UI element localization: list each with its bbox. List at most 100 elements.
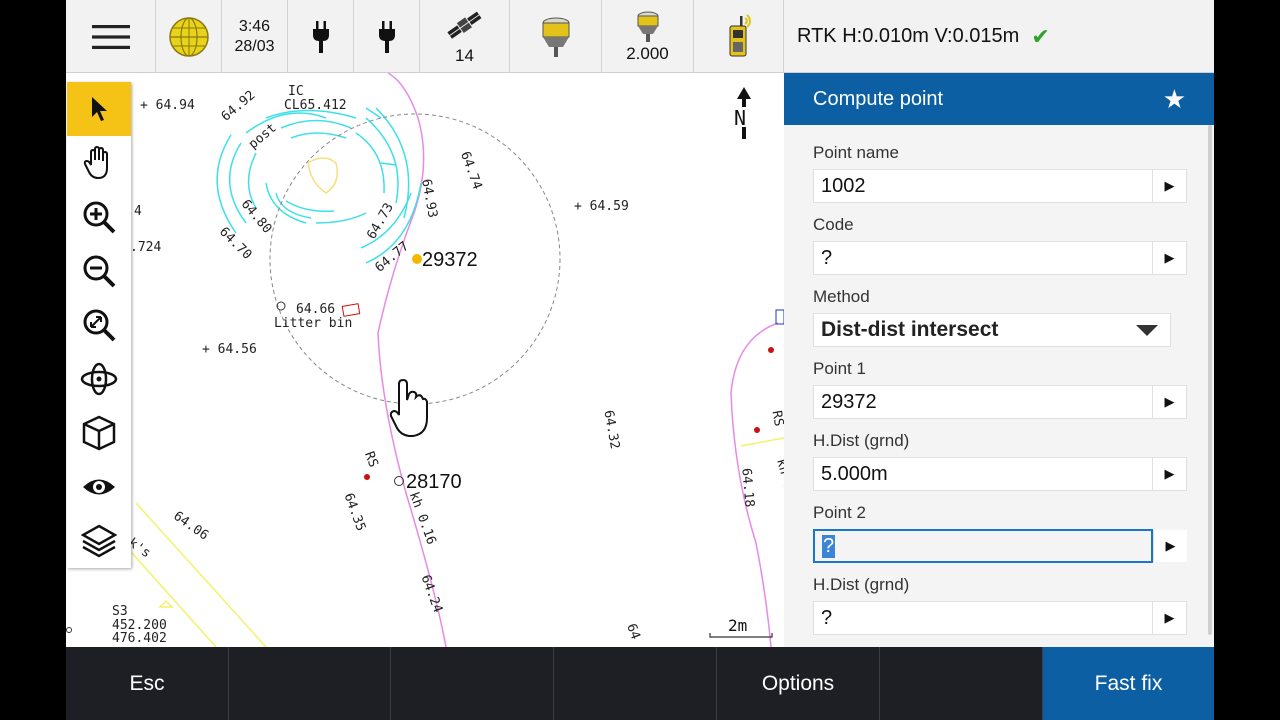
hamburger-menu-icon [91,24,130,49]
layers-tool[interactable] [67,514,131,568]
hdist2-field[interactable]: ? ▶ [813,601,1187,635]
north-arrow: N [734,87,751,139]
hdist1-label: H.Dist (grnd) [813,431,910,450]
code-arrow-icon[interactable]: ▶ [1152,242,1186,274]
map-label: CL65.412 [284,98,347,113]
time-text: 3:46 [238,17,271,35]
job-globe-button[interactable] [156,0,222,73]
hdist1-arrow-icon[interactable]: ▶ [1152,458,1186,490]
map-view[interactable]: N 2m 29372 28170 + 64.94 64.92 post IC C… [66,73,784,647]
softkey-empty-2 [391,647,554,720]
hdist2-label: H.Dist (grnd) [813,575,910,594]
3d-cube-icon [82,415,116,451]
check-icon: ✔ [1031,23,1050,49]
code-label: Code [813,215,854,234]
map-label: 64 [623,622,643,642]
map-label: + 64.59 [574,199,629,214]
esc-button[interactable]: Esc [66,647,229,720]
rtk-precision-status[interactable]: RTK H:0.010m V:0.015m ✔ [784,0,1214,73]
method-label: Method [813,287,870,306]
point2-label: Point 2 [813,503,866,522]
map-label: 64.35 [341,491,368,533]
map-label: 64.80 [238,197,275,237]
controller-button[interactable] [694,0,784,73]
layers-icon [81,524,117,558]
zoom-in-tool[interactable] [67,190,131,244]
satellite-icon [446,11,481,39]
north-label: N [734,106,746,130]
pan-hand-icon [83,146,108,180]
code-value[interactable]: ? [814,247,1152,270]
map-label: 64.92 [219,88,259,125]
power-plug-icon [378,20,395,53]
point-name-label: Point name [813,143,899,162]
map-label: 64.06 [170,509,211,544]
panel-scrollbar[interactable] [1208,125,1212,635]
map-label: 64.66 [296,302,335,317]
select-arrow-icon [92,97,107,121]
point1-label: Point 1 [813,359,866,378]
point-name-arrow-icon[interactable]: ▶ [1152,170,1186,202]
softkey-empty-4 [880,647,1043,720]
point1-value[interactable]: 29372 [814,391,1152,414]
app-window: 3:46 28/03 14 2.000 RTK H:0.010m V:0.015… [66,0,1214,720]
antenna-height-button[interactable]: 2.000 [602,0,694,73]
touch-hand-cursor [389,378,428,437]
map-label: S3 [112,604,128,619]
zoom-out-tool[interactable] [67,244,131,298]
point2-input[interactable]: ? [813,529,1153,563]
fast-fix-button[interactable]: Fast fix [1043,647,1214,720]
map-label: .724 [130,240,161,255]
date-time: 3:46 28/03 [222,0,288,73]
options-button[interactable]: Options [717,647,880,720]
point2-arrow-icon[interactable]: ▶ [1153,530,1187,562]
map-label: 64.73 [364,201,397,242]
point2-field[interactable]: ? ▶ [813,529,1187,563]
menu-button[interactable] [66,0,156,73]
gnss-receiver-icon [637,11,658,42]
hdist1-value[interactable]: 5.000m [814,463,1152,486]
code-field[interactable]: ? ▶ [813,241,1187,275]
method-dropdown[interactable]: Dist-dist intersect [813,313,1171,347]
point-label-29372: 29372 [422,249,478,271]
date-text: 28/03 [234,37,275,55]
zoom-extents-tool[interactable] [67,298,131,352]
point1-arrow-icon[interactable]: ▶ [1152,386,1186,418]
3d-view-tool[interactable] [67,406,131,460]
power-plug-icon [312,20,329,53]
compute-point-panel: Compute point ★ Point name 1002 ▶ Code ?… [784,73,1214,647]
softkey-bar: Esc Options Fast fix [66,647,1214,720]
satellites-button[interactable]: 14 [420,0,510,73]
point-name-field[interactable]: 1002 ▶ [813,169,1187,203]
chevron-down-icon [1136,324,1158,336]
map-label: 476.402 [112,631,167,646]
map-label: post [246,121,280,153]
favorite-star-icon[interactable]: ★ [1163,84,1186,115]
satellite-count: 14 [455,45,474,65]
zoom-out-icon [83,255,116,288]
orbit-tool[interactable] [67,352,131,406]
hdist2-arrow-icon[interactable]: ▶ [1152,602,1186,634]
method-value: Dist-dist intersect [821,318,999,341]
point-label-28170: 28170 [406,471,462,493]
pan-tool[interactable] [67,136,131,190]
hdist2-value[interactable]: ? [814,607,1152,630]
map-label: + 64.56 [202,342,257,357]
point-name-value[interactable]: 1002 [814,175,1152,198]
view-eye-icon [83,479,115,495]
globe-icon [168,16,209,57]
hdist1-field[interactable]: 5.000m ▶ [813,457,1187,491]
softkey-empty-1 [229,647,391,720]
map-label: 64.70 [216,224,254,262]
point-29372-marker[interactable] [412,254,422,264]
power-status-1[interactable] [288,0,354,73]
gnss-receiver-icon [542,17,569,57]
power-status-2[interactable] [354,0,420,73]
map-label: kh 0.16 [406,490,439,547]
view-filter-tool[interactable] [67,460,131,514]
select-tool[interactable] [67,82,131,136]
softkey-empty-3 [554,647,717,720]
receiver-button[interactable] [510,0,602,73]
map-label: 64.32 [600,409,622,450]
point1-field[interactable]: 29372 ▶ [813,385,1187,419]
